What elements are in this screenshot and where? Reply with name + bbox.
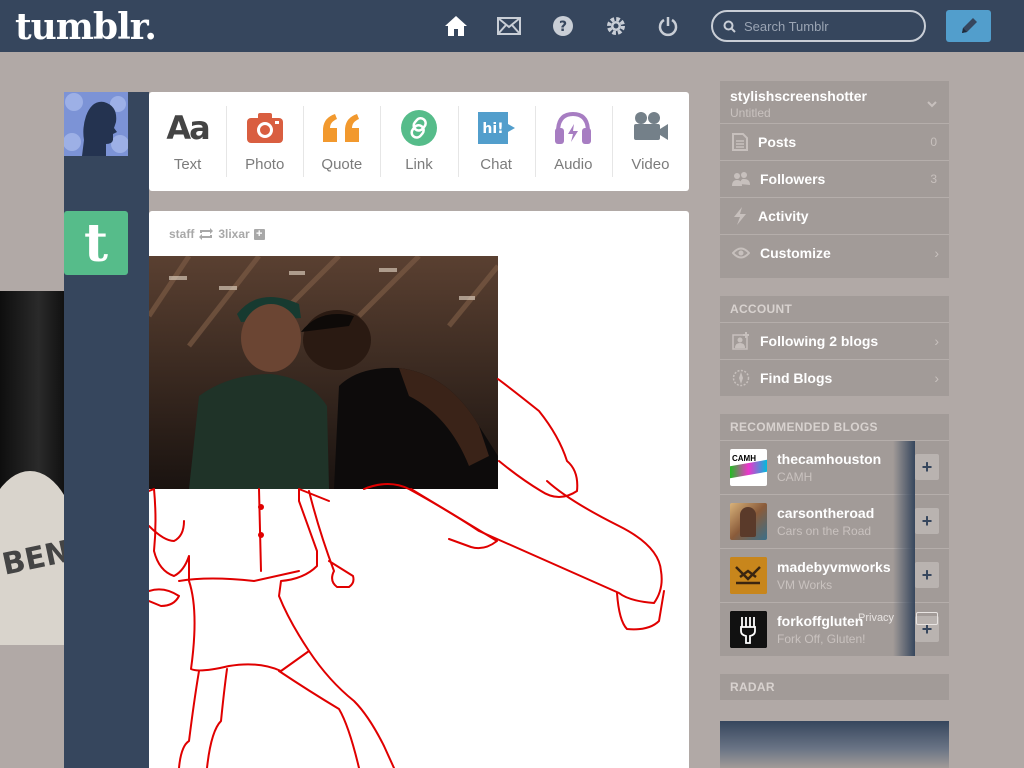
chevron-right-icon: › — [934, 370, 939, 386]
blog-thumb — [730, 557, 767, 594]
mail-icon[interactable] — [497, 14, 521, 38]
lightning-icon — [734, 207, 746, 225]
blog-subtitle: Fork Off, Gluten! — [777, 632, 866, 646]
blog-name: carsontheroad — [777, 505, 875, 521]
dashboard-post: staff 3lixar + — [149, 211, 689, 768]
help-icon[interactable]: ? — [551, 14, 575, 38]
compose-button[interactable] — [946, 10, 991, 42]
add-person-icon — [732, 332, 749, 350]
post-type-bar: Aa Text Photo Quote Link hi! Chat Audio — [149, 92, 689, 191]
sidebar-item-following[interactable]: Following 2 blogs › — [720, 322, 949, 359]
text-aa-icon: Aa — [166, 109, 210, 147]
chevron-right-icon: › — [934, 245, 939, 261]
post-type-quote[interactable]: Quote — [303, 92, 380, 191]
people-icon — [732, 172, 750, 186]
dashboard-rail — [64, 92, 149, 768]
sidebar-item-activity[interactable]: Activity — [720, 197, 949, 234]
recommended-heading: RECOMMENDED BLOGS — [730, 420, 878, 434]
chevron-right-icon: › — [934, 333, 939, 349]
privacy-link[interactable]: Privacy — [858, 612, 894, 624]
follow-button[interactable]: + — [915, 454, 939, 480]
sidebar-item-label: Customize — [760, 245, 831, 261]
search-input[interactable] — [744, 18, 914, 34]
blog-thumb — [730, 611, 767, 648]
camera-icon — [246, 108, 284, 148]
post-type-photo[interactable]: Photo — [226, 92, 303, 191]
home-icon[interactable] — [444, 14, 468, 38]
blog-name: thecamhouston — [777, 451, 882, 467]
eye-icon — [732, 247, 750, 259]
document-icon — [732, 133, 748, 151]
blog-subtitle: CAMH — [777, 470, 813, 484]
sidebar-item-label: Posts — [758, 134, 797, 150]
search-icon — [723, 20, 736, 33]
video-camera-icon — [631, 108, 669, 148]
compass-icon — [732, 369, 750, 387]
post-type-chat[interactable]: hi! Chat — [457, 92, 535, 191]
sidebar-item-label: Activity — [758, 208, 809, 224]
blog-name: forkoffgluten — [777, 613, 864, 629]
carousel-fade — [893, 441, 915, 656]
quote-icon — [321, 108, 363, 148]
blog-subtitle: VM Works — [777, 578, 833, 592]
blog-name: stylishscreenshotter — [730, 88, 867, 104]
staff-avatar[interactable]: t — [64, 211, 128, 275]
blog-title: Untitled — [730, 106, 771, 120]
sidebar-item-label: Following 2 blogs — [760, 333, 879, 349]
blog-menu: stylishscreenshotter Untitled Posts 0 Fo… — [720, 81, 949, 278]
post-type-link[interactable]: Link — [380, 92, 457, 191]
chat-icon: hi! — [476, 108, 516, 148]
svg-text:hi!: hi! — [483, 121, 504, 137]
sidebar-item-label: Followers — [760, 171, 826, 187]
blog-thumb: CAMH — [730, 449, 767, 486]
blog-subtitle: Cars on the Road — [777, 524, 872, 538]
gear-icon[interactable] — [604, 14, 628, 38]
account-menu: ACCOUNT Following 2 blogs › Find Blogs › — [720, 296, 949, 396]
pencil-icon — [961, 18, 977, 33]
power-icon[interactable] — [656, 14, 680, 38]
search-box[interactable] — [711, 10, 926, 42]
blog-selector[interactable]: stylishscreenshotter Untitled — [720, 81, 949, 123]
account-heading: ACCOUNT — [730, 302, 793, 316]
post-type-audio[interactable]: Audio — [534, 92, 612, 191]
sidebar-item-followers[interactable]: Followers 3 — [720, 160, 949, 197]
link-icon — [400, 108, 438, 148]
radar-section: RADAR — [720, 674, 949, 700]
post-type-text[interactable]: Aa Text — [149, 92, 226, 191]
sidebar-item-find-blogs[interactable]: Find Blogs › — [720, 359, 949, 396]
blog-thumb — [730, 503, 767, 540]
chevron-down-icon — [927, 101, 937, 108]
user-avatar[interactable] — [64, 92, 128, 156]
blog-name: madebyvmworks — [777, 559, 891, 575]
headphones-icon — [553, 108, 593, 148]
sidebar-item-customize[interactable]: Customize › — [720, 234, 949, 271]
follow-button[interactable]: + — [915, 562, 939, 588]
radar-image[interactable] — [720, 721, 949, 768]
posts-count: 0 — [930, 135, 937, 149]
sidebar-item-posts[interactable]: Posts 0 — [720, 123, 949, 160]
sidebar-item-label: Find Blogs — [760, 370, 833, 386]
keyboard-icon[interactable] — [916, 612, 938, 625]
follow-button[interactable]: + — [915, 508, 939, 534]
tumblr-logo[interactable]: tumblr. — [15, 6, 157, 48]
svg-text:?: ? — [559, 19, 567, 35]
red-line-drawing — [149, 378, 665, 768]
followers-count: 3 — [930, 172, 937, 186]
radar-heading: RADAR — [730, 680, 775, 694]
post-type-video[interactable]: Video — [611, 92, 689, 191]
top-header: tumblr. ? — [0, 0, 1024, 52]
background-photo: BEN — [0, 291, 64, 645]
